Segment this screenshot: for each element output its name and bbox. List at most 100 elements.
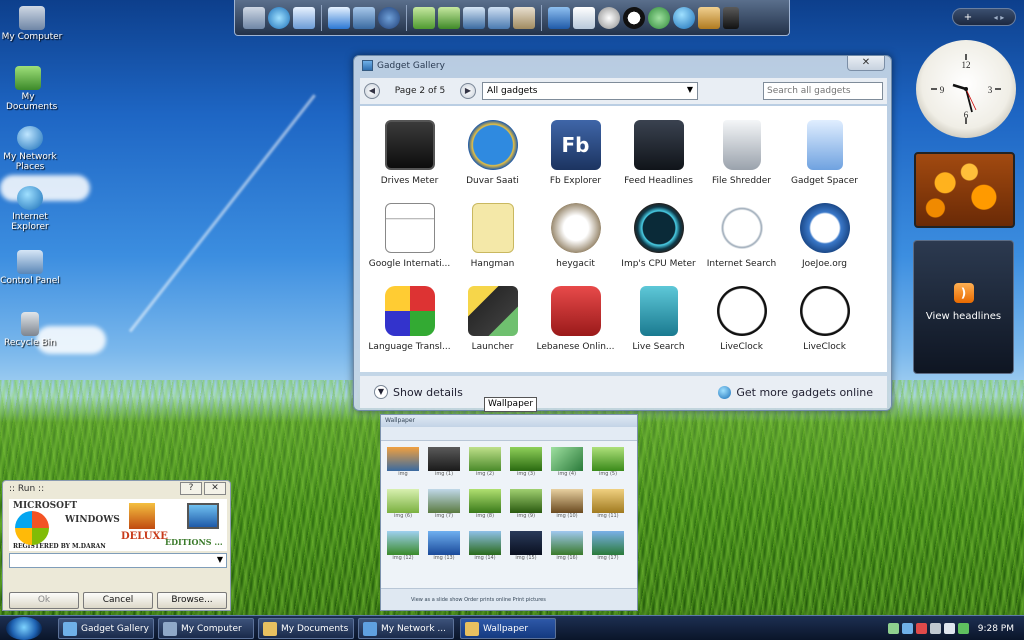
desktop-icon-internet-explorer[interactable]: Internet Explorer xyxy=(0,186,62,232)
gadget-item[interactable]: JoeJoe.org xyxy=(783,203,866,286)
gadget-item[interactable]: Fb Fb Explorer xyxy=(534,120,617,203)
tools-icon[interactable] xyxy=(513,6,535,29)
gadget-item[interactable]: Google Internati... xyxy=(368,203,451,286)
monitor-icon[interactable] xyxy=(930,623,941,634)
wallpaper-window-preview[interactable]: Wallpaper img img (1) img (2) img (3) im… xyxy=(380,414,638,611)
network-icon xyxy=(363,621,377,636)
users-icon[interactable] xyxy=(648,6,670,29)
thumbnail[interactable]: img (1) xyxy=(428,447,468,485)
ie-icon[interactable] xyxy=(673,6,695,29)
clock[interactable]: 9:28 PM xyxy=(978,624,1014,634)
documents-icon[interactable] xyxy=(293,6,315,29)
thumbnail[interactable]: img (7) xyxy=(428,489,468,527)
gadget-item[interactable]: Imp's CPU Meter xyxy=(617,203,700,286)
desktop-icon-control-panel[interactable]: Control Panel xyxy=(0,250,62,286)
display-icon[interactable] xyxy=(463,6,485,29)
thumbnail[interactable]: img (2) xyxy=(469,447,509,485)
show-details-button[interactable]: Show details xyxy=(393,386,463,399)
gadget-item[interactable]: heygacit xyxy=(534,203,617,286)
thumbnail[interactable]: img (15) xyxy=(510,531,550,569)
help-button[interactable]: ? xyxy=(180,482,202,495)
taskbar-button-wallpaper[interactable]: Wallpaper xyxy=(460,618,556,639)
clock-icon[interactable] xyxy=(598,6,620,29)
panda-icon[interactable] xyxy=(623,6,645,29)
gadget-item[interactable]: Live Search xyxy=(617,286,700,369)
taskbar-button-label: My Network ... xyxy=(381,623,446,634)
network-icon[interactable] xyxy=(902,623,913,634)
run-command-input[interactable]: ▼ xyxy=(9,553,227,568)
window-title: Gadget Gallery xyxy=(362,60,445,71)
thumbnail[interactable]: img (5) xyxy=(592,447,632,485)
security-icon[interactable] xyxy=(916,623,927,634)
chevron-down-icon[interactable]: ▼ xyxy=(217,555,223,564)
gadget-item[interactable]: LiveClock xyxy=(783,286,866,369)
gadget-filter-select[interactable]: All gadgets ▼ xyxy=(482,82,698,100)
thumbnail[interactable]: img (12) xyxy=(387,531,427,569)
desktop-icon[interactable] xyxy=(548,6,570,29)
messenger-icon[interactable] xyxy=(958,623,969,634)
clock-gadget[interactable]: 12 3 6 9 xyxy=(916,40,1016,138)
thumbnail[interactable]: img (4) xyxy=(551,447,591,485)
network-icon[interactable] xyxy=(488,6,510,29)
thumbnail[interactable]: img (13) xyxy=(428,531,468,569)
keyboard-icon[interactable] xyxy=(888,623,899,634)
gadget-item[interactable]: Launcher xyxy=(451,286,534,369)
add-gadget-button[interactable]: + xyxy=(964,12,972,23)
browse-button[interactable]: Browse... xyxy=(157,592,227,609)
gadget-item[interactable]: LiveClock xyxy=(700,286,783,369)
thumbnail[interactable]: img (14) xyxy=(469,531,509,569)
gadget-item[interactable]: File Shredder xyxy=(700,120,783,203)
thumbnail[interactable]: img (8) xyxy=(469,489,509,527)
photo-gallery-icon[interactable] xyxy=(438,6,460,29)
gadget-item[interactable]: Lebanese Onlin... xyxy=(534,286,617,369)
desktop-icon-network-places[interactable]: My Network Places xyxy=(0,126,62,172)
get-more-gadgets-link[interactable]: Get more gadgets online xyxy=(718,385,873,399)
volume-icon[interactable] xyxy=(944,623,955,634)
thumbnail[interactable]: img (16) xyxy=(551,531,591,569)
desktop-icon-my-documents[interactable]: My Documents xyxy=(0,66,60,112)
pictures-icon[interactable] xyxy=(413,6,435,29)
computer-icon[interactable] xyxy=(243,6,265,29)
thumbnail[interactable]: img (3) xyxy=(510,447,550,485)
mouse-icon[interactable] xyxy=(378,6,400,29)
previous-page-button[interactable]: ◀ xyxy=(364,83,380,99)
taskbar-button-my-documents[interactable]: My Documents xyxy=(258,618,354,639)
thumbnail[interactable]: img xyxy=(387,447,427,485)
music-icon[interactable] xyxy=(328,6,350,29)
slideshow-gadget[interactable] xyxy=(914,152,1015,228)
start-button[interactable] xyxy=(6,617,42,640)
feed-headlines-gadget[interactable]: ) View headlines xyxy=(913,240,1014,374)
dialog-title-buttons: ? ✕ xyxy=(180,482,226,495)
video-icon[interactable] xyxy=(353,6,375,29)
taskbar-button-gadget-gallery[interactable]: Gadget Gallery xyxy=(58,618,154,639)
desktop-icon-my-computer[interactable]: My Computer xyxy=(0,6,64,42)
thumbnail[interactable]: img (10) xyxy=(551,489,591,527)
thumbnail[interactable]: img (11) xyxy=(592,489,632,527)
gadget-item[interactable]: Language Transl... xyxy=(368,286,451,369)
gadget-item[interactable]: Feed Headlines xyxy=(617,120,700,203)
gadget-item[interactable]: Gadget Spacer xyxy=(783,120,866,203)
close-button[interactable]: ✕ xyxy=(847,56,885,71)
gadget-item[interactable]: Drives Meter xyxy=(368,120,451,203)
cancel-button[interactable]: Cancel xyxy=(83,592,153,609)
thumbnail[interactable]: img (9) xyxy=(510,489,550,527)
thumbnail[interactable]: img (17) xyxy=(592,531,632,569)
gadget-item[interactable]: Duvar Saati xyxy=(451,120,534,203)
thumbnail[interactable]: img (6) xyxy=(387,489,427,527)
taskbar-button-my-computer[interactable]: My Computer xyxy=(158,618,254,639)
desktop-icon-recycle-bin[interactable]: Recycle Bin xyxy=(0,312,62,348)
taskbar-button-my-network[interactable]: My Network ... xyxy=(358,618,454,639)
search-gadgets-input[interactable] xyxy=(763,82,883,100)
recycle-bin-icon[interactable] xyxy=(723,6,739,29)
ok-button[interactable]: Ok xyxy=(9,592,79,609)
next-page-button[interactable]: ▶ xyxy=(460,83,476,99)
sidebar-nav-buttons[interactable]: ◂ ▸ xyxy=(994,13,1005,22)
gadget-item[interactable]: Internet Search xyxy=(700,203,783,286)
gadget-item[interactable]: Hangman xyxy=(451,203,534,286)
view-headlines-link[interactable]: View headlines xyxy=(914,311,1013,322)
chevron-down-icon[interactable]: ▼ xyxy=(374,385,388,399)
close-button[interactable]: ✕ xyxy=(204,482,226,495)
notepad-icon[interactable] xyxy=(573,6,595,29)
settings-icon[interactable] xyxy=(698,6,720,29)
globe-icon[interactable] xyxy=(268,6,290,29)
